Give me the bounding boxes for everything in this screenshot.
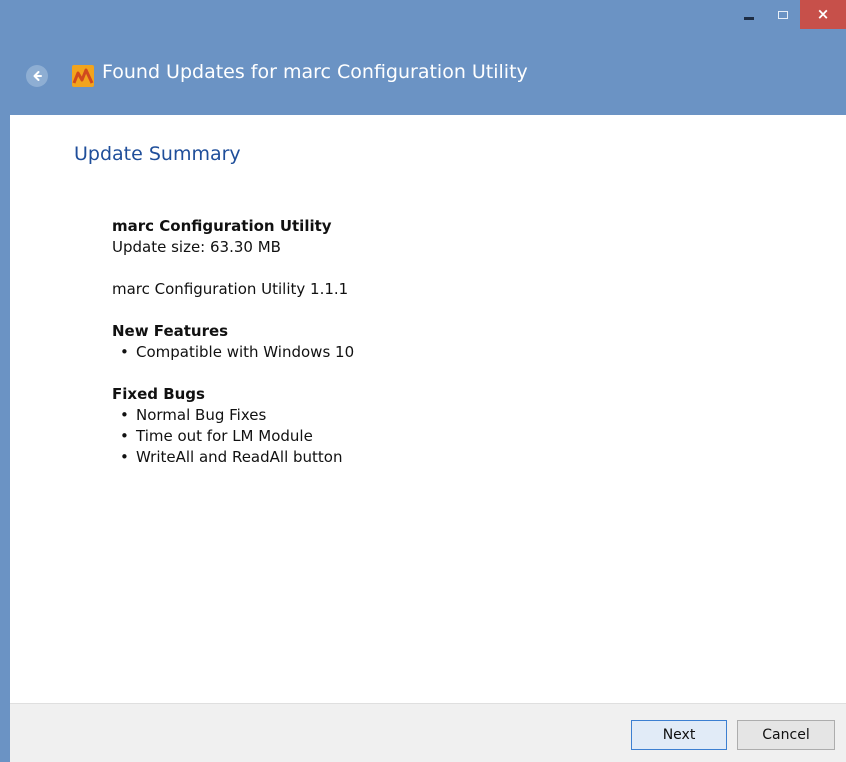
content-panel: Update Summary marc Configuration Utilit… [10, 115, 846, 703]
page-title: Update Summary [74, 143, 241, 165]
list-item: WriteAll and ReadAll button [112, 447, 812, 468]
new-features-heading: New Features [112, 322, 229, 340]
product-name: marc Configuration Utility [112, 217, 332, 235]
list-item: Normal Bug Fixes [112, 405, 812, 426]
cancel-button[interactable]: Cancel [737, 720, 835, 750]
close-icon: × [816, 5, 830, 23]
wizard-header: Found Updates for marc Configuration Uti… [0, 29, 846, 115]
fixed-bugs-heading: Fixed Bugs [112, 385, 205, 403]
back-arrow-icon [33, 71, 42, 81]
minimize-button[interactable] [732, 0, 766, 29]
maximize-button[interactable] [766, 0, 800, 29]
new-features-list: Compatible with Windows 10 [112, 342, 812, 363]
close-button[interactable]: × [800, 0, 846, 29]
fixed-bugs-list: Normal Bug Fixes Time out for LM Module … [112, 405, 812, 468]
maximize-icon [778, 10, 788, 19]
wizard-footer: Next Cancel [10, 703, 846, 762]
version-line: marc Configuration Utility 1.1.1 [112, 280, 349, 298]
wizard-window: × Found Updates for marc Configuration U… [0, 0, 846, 762]
next-button[interactable]: Next [631, 720, 727, 750]
caption-controls: × [732, 0, 846, 29]
marc-app-icon [72, 65, 94, 87]
back-button[interactable] [26, 65, 48, 87]
list-item: Compatible with Windows 10 [112, 342, 812, 363]
window-title: Found Updates for marc Configuration Uti… [102, 61, 528, 83]
update-size: Update size: 63.30 MB [112, 238, 281, 256]
list-item: Time out for LM Module [112, 426, 812, 447]
update-details: marc Configuration Utility Update size: … [112, 216, 812, 468]
minimize-icon [744, 17, 754, 20]
